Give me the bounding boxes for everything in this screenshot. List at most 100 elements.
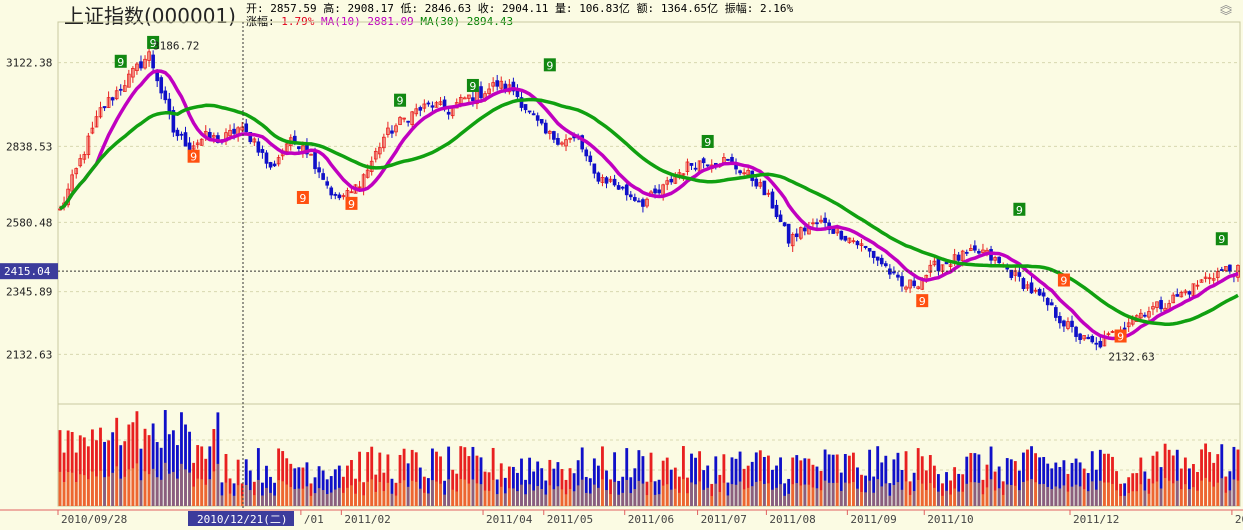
candle-body [977, 250, 981, 254]
volume-bar-overlay [1017, 490, 1021, 506]
volume-bar-overlay [884, 483, 888, 506]
volume-bar-overlay [1050, 489, 1054, 506]
candle-body [637, 200, 641, 203]
volume-bar-overlay [783, 495, 787, 506]
x-tick-label: 2011/09 [850, 513, 896, 526]
volume-bar-overlay [750, 486, 754, 506]
volume-bar-overlay [872, 492, 876, 506]
candle-body [232, 128, 236, 134]
ma-lines [58, 69, 1239, 341]
volume-bar-overlay [82, 475, 86, 506]
candle-body [1090, 335, 1095, 343]
volume-bar-overlay [155, 477, 159, 506]
volume-bar-overlay [305, 486, 309, 506]
candle-body [430, 105, 435, 108]
volume-bar-overlay [95, 476, 98, 506]
volume-bar-overlay [637, 480, 641, 506]
volume-bar-overlay [649, 482, 653, 506]
candle-body [1098, 340, 1103, 348]
candle-body [588, 155, 593, 163]
volume-bar-overlay [949, 494, 952, 506]
candle-body [1058, 315, 1062, 324]
y-tick-label: 2345.89 [6, 286, 52, 299]
candle-body [653, 188, 657, 194]
volume-bar-overlay [252, 495, 256, 506]
candle-body [973, 245, 977, 251]
volume-bar-overlay [1179, 489, 1183, 506]
candle-body [900, 276, 904, 287]
candle-body [762, 180, 767, 196]
volume-bar-overlay [823, 480, 827, 506]
x-tick-label: 2011/08 [769, 513, 815, 526]
volume-bar-overlay [1013, 485, 1017, 506]
plot-frame [57, 21, 1241, 507]
volume-bar-overlay [1228, 490, 1232, 506]
candle-body [187, 142, 192, 151]
volume-bar-overlay [1038, 484, 1042, 506]
candle-body [628, 194, 633, 198]
volume-bar-overlay [208, 479, 212, 506]
candle-body [333, 193, 338, 196]
volume-bar-overlay [698, 481, 702, 506]
volume-bar-overlay [1054, 486, 1058, 506]
volume-bar-overlay [180, 463, 183, 506]
volume-bar-overlay [70, 472, 74, 506]
candle-body [1122, 327, 1127, 330]
candle-body [879, 257, 884, 265]
candlestick-chart[interactable]: 3122.38 2838.53 2580.48 2345.89 2132.63 9 9 9 9… [0, 0, 1243, 530]
candle-body [855, 241, 860, 246]
volume-bar-overlay [908, 494, 912, 506]
y-tick-label: 2132.63 [6, 348, 52, 361]
candle-body [1074, 326, 1078, 337]
volume-bar-overlay [584, 492, 588, 506]
volume-bar-overlay [762, 483, 766, 506]
volume-bar-overlay [957, 491, 961, 506]
volume-bar-overlay [1034, 482, 1037, 506]
candle-body [1021, 278, 1026, 289]
volume-bar-overlay [1183, 484, 1187, 506]
candle-body [264, 152, 269, 164]
volume-bar-overlay [418, 488, 422, 506]
volume-bar-overlay [856, 488, 859, 506]
candle-body [317, 167, 321, 173]
candle-body [964, 251, 969, 254]
volume-bar-overlay [601, 479, 604, 506]
volume-bar-overlay [681, 479, 685, 506]
candle-body [738, 170, 742, 174]
volume-bar-overlay [459, 479, 463, 506]
volume-bar-overlay [422, 492, 426, 506]
candle-body [527, 110, 532, 113]
volume-bar-overlay [657, 494, 661, 506]
candle-body [1045, 297, 1050, 306]
volume-bar-overlay [645, 495, 649, 506]
volume-bar-overlay [580, 479, 584, 506]
x-tick-label: /01 [304, 513, 324, 526]
volume-bar-overlay [572, 491, 576, 506]
td-label-text: 9 [919, 295, 926, 308]
td-label-text: 9 [397, 95, 404, 108]
volume-bar-overlay [99, 470, 102, 506]
volume-bar-overlay [1187, 489, 1191, 506]
candle-body [1143, 314, 1147, 317]
candle-body [244, 123, 249, 133]
candle-body [479, 86, 483, 99]
volume-bar-overlay [852, 481, 855, 506]
volume-bar-overlay [1102, 482, 1106, 506]
volume-bar-overlay [864, 492, 867, 506]
candle-body [556, 137, 560, 145]
volume-bar-overlay [924, 489, 928, 506]
candle-body [875, 256, 880, 261]
candle-body [426, 102, 431, 105]
td-label-text: 9 [1117, 331, 1124, 344]
volume-bar-overlay [354, 493, 357, 506]
volume-bar-overlay [617, 494, 621, 506]
candle-body [523, 104, 528, 111]
volume-bar-overlay [961, 491, 965, 506]
volume-bar-overlay [139, 480, 143, 506]
volume-bar-overlay [499, 486, 503, 506]
volume-bar-overlay [1066, 491, 1070, 506]
volume-bar-overlay [447, 479, 451, 506]
candle-body [823, 217, 827, 224]
volume-bar-overlay [592, 484, 596, 506]
candle-body [936, 258, 941, 272]
